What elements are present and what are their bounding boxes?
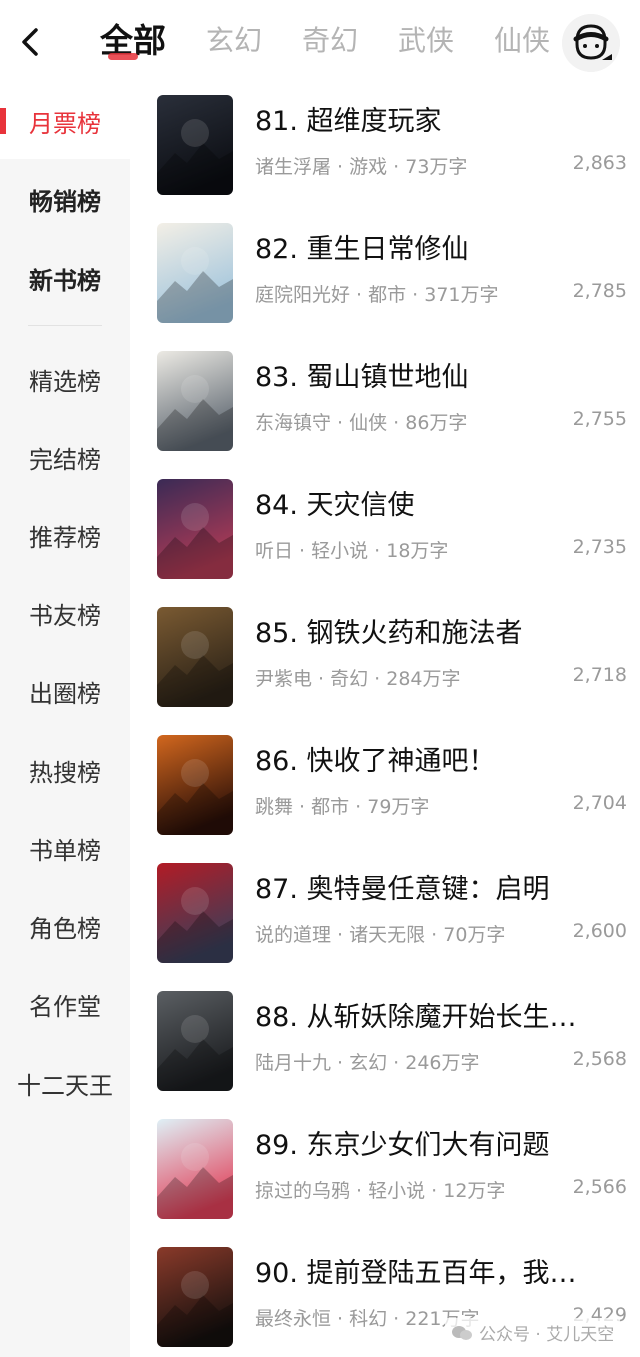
tab-xuanhuan[interactable]: 玄幻 [206, 16, 262, 66]
book-meta: 庭院阳光好 · 都市 · 371万字 [255, 284, 499, 306]
book-meta: 东海镇守 · 仙侠 · 86万字 [255, 412, 468, 434]
book-meta: 听日 · 轻小说 · 18万字 [255, 540, 449, 562]
sidebar-item-hot-search[interactable]: 热搜榜 [0, 753, 130, 788]
book-cover[interactable] [157, 351, 233, 451]
sidebar-item-breakout[interactable]: 出圈榜 [0, 674, 130, 709]
book-meta: 掠过的乌鸦 · 轻小说 · 12万字 [255, 1180, 506, 1202]
sidebar-item-masterpiece[interactable]: 名作堂 [0, 987, 130, 1022]
book-title[interactable]: 89. 东京少女们大有问题 [255, 1123, 625, 1162]
sidebar-item-recommended[interactable]: 推荐榜 [0, 518, 130, 553]
cover-art-icon [157, 863, 233, 963]
ticket-count: 2,600 [572, 920, 627, 942]
book-title[interactable]: 88. 从斩妖除魔开始长生… [255, 995, 625, 1034]
book-title[interactable]: 84. 天灾信使 [255, 483, 625, 522]
wechat-icon [452, 1325, 472, 1340]
list-item[interactable]: 88. 从斩妖除魔开始长生… 陆月十九 · 玄幻 · 246万字 2,568 [157, 991, 627, 1091]
book-cover[interactable] [157, 1247, 233, 1347]
tab-xianxia[interactable]: 仙侠 [494, 16, 550, 66]
book-cover[interactable] [157, 735, 233, 835]
book-title[interactable]: 83. 蜀山镇世地仙 [255, 355, 625, 394]
book-meta: 尹紫电 · 奇幻 · 284万字 [255, 668, 461, 690]
ticket-count: 2,718 [572, 664, 627, 686]
book-meta: 诸生浮屠 · 游戏 · 73万字 [255, 156, 468, 178]
sidebar-item-monthly-ticket[interactable]: 月票榜 [0, 104, 130, 139]
book-cover[interactable] [157, 223, 233, 323]
sidebar-item-featured[interactable]: 精选榜 [0, 362, 130, 397]
category-tabs: 全部 玄幻 奇幻 武侠 仙侠 [100, 16, 590, 66]
tab-wuxia[interactable]: 武侠 [398, 16, 454, 66]
list-item[interactable]: 89. 东京少女们大有问题 掠过的乌鸦 · 轻小说 · 12万字 2,566 [157, 1119, 627, 1219]
cover-art-icon [157, 223, 233, 323]
ticket-count: 2,785 [572, 280, 627, 302]
tab-all[interactable]: 全部 [100, 16, 166, 66]
book-title[interactable]: 87. 奥特曼任意键：启明 [255, 867, 625, 906]
list-item[interactable]: 82. 重生日常修仙 庭院阳光好 · 都市 · 371万字 2,785 [157, 223, 627, 323]
book-title[interactable]: 86. 快收了神通吧！ [255, 739, 625, 778]
list-item[interactable]: 85. 钢铁火药和施法者 尹紫电 · 奇幻 · 284万字 2,718 [157, 607, 627, 707]
book-title[interactable]: 90. 提前登陆五百年，我… [255, 1251, 625, 1290]
ticket-count: 2,755 [572, 408, 627, 430]
cover-art-icon [157, 1247, 233, 1347]
watermark-text: 公众号 · 艾儿天空 [479, 1325, 615, 1345]
cover-art-icon [157, 479, 233, 579]
ticket-count: 2,704 [572, 792, 627, 814]
book-title[interactable]: 82. 重生日常修仙 [255, 227, 625, 266]
list-item[interactable]: 83. 蜀山镇世地仙 东海镇守 · 仙侠 · 86万字 2,755 [157, 351, 627, 451]
sidebar-item-twelve-kings[interactable]: 十二天王 [0, 1066, 130, 1101]
book-meta: 说的道理 · 诸天无限 · 70万字 [255, 924, 506, 946]
watermark: 公众号 · 艾儿天空 [445, 1318, 621, 1347]
sidebar-item-new-books[interactable]: 新书榜 [0, 261, 130, 296]
sidebar-item-completed[interactable]: 完结榜 [0, 440, 130, 475]
sidebar-divider [28, 325, 102, 326]
list-item[interactable]: 84. 天灾信使 听日 · 轻小说 · 18万字 2,735 [157, 479, 627, 579]
active-tab-underline [108, 53, 138, 60]
book-cover[interactable] [157, 863, 233, 963]
ticket-count: 2,568 [572, 1048, 627, 1070]
cover-art-icon [157, 351, 233, 451]
book-title[interactable]: 81. 超维度玩家 [255, 99, 625, 138]
top-bar: 全部 玄幻 奇幻 武侠 仙侠 [0, 0, 640, 82]
ranking-sidebar: 月票榜 畅销榜 新书榜 精选榜 完结榜 推荐榜 书友榜 出圈榜 热搜榜 书单榜 … [0, 82, 130, 1357]
sidebar-item-character[interactable]: 角色榜 [0, 909, 130, 944]
book-title[interactable]: 85. 钢铁火药和施法者 [255, 611, 625, 650]
book-cover[interactable] [157, 479, 233, 579]
cover-art-icon [157, 607, 233, 707]
ticket-count: 2,735 [572, 536, 627, 558]
sidebar-item-reader-friends[interactable]: 书友榜 [0, 596, 130, 631]
list-item[interactable]: 81. 超维度玩家 诸生浮屠 · 游戏 · 73万字 2,863 [157, 95, 627, 195]
book-meta: 陆月十九 · 玄幻 · 246万字 [255, 1052, 480, 1074]
book-cover[interactable] [157, 607, 233, 707]
list-item[interactable]: 86. 快收了神通吧！ 跳舞 · 都市 · 79万字 2,704 [157, 735, 627, 835]
list-item[interactable]: 87. 奥特曼任意键：启明 说的道理 · 诸天无限 · 70万字 2,600 [157, 863, 627, 963]
book-cover[interactable] [157, 1119, 233, 1219]
book-cover[interactable] [157, 95, 233, 195]
book-meta: 跳舞 · 都市 · 79万字 [255, 796, 430, 818]
cover-art-icon [157, 95, 233, 195]
ticket-count: 2,863 [572, 152, 627, 174]
back-arrow-icon[interactable] [14, 22, 48, 62]
sidebar-item-book-list[interactable]: 书单榜 [0, 831, 130, 866]
cover-art-icon [157, 1119, 233, 1219]
tab-qihuan[interactable]: 奇幻 [302, 16, 358, 66]
user-avatar-icon[interactable] [562, 14, 620, 72]
cover-art-icon [157, 991, 233, 1091]
ticket-count: 2,566 [572, 1176, 627, 1198]
sidebar-item-bestseller[interactable]: 畅销榜 [0, 182, 130, 217]
cover-art-icon [157, 735, 233, 835]
book-cover[interactable] [157, 991, 233, 1091]
